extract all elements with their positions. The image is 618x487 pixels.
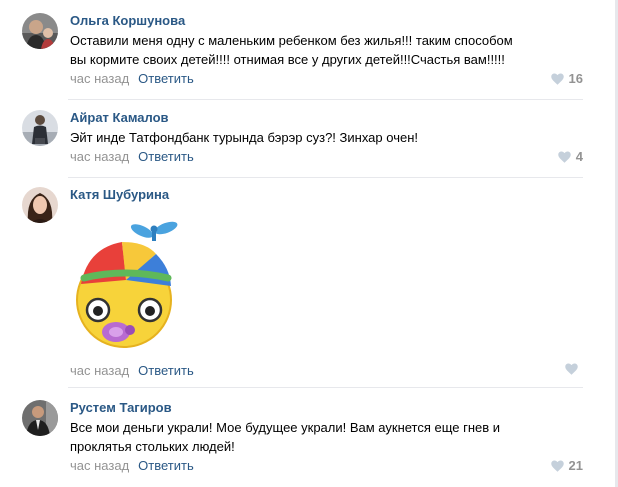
comment-time[interactable]: час назад: [70, 149, 129, 164]
reply-button[interactable]: Ответить: [138, 149, 194, 164]
comment-meta: час назад Ответить: [70, 71, 194, 87]
comment-meta: час назад Ответить: [70, 458, 194, 474]
comment-item: Ольга Коршунова Оставили меня одну с мал…: [22, 13, 583, 100]
reply-button[interactable]: Ответить: [138, 71, 194, 86]
like-count: 4: [575, 149, 583, 164]
heart-icon: [565, 363, 578, 375]
comment-text-line: Все мои деньги украли! Мое будущее украл…: [70, 420, 501, 435]
comment-time[interactable]: час назад: [70, 458, 129, 473]
like-button[interactable]: [565, 363, 583, 375]
reply-button[interactable]: Ответить: [138, 458, 194, 473]
avatar[interactable]: [22, 13, 58, 49]
comment-text-line: Эйт инде Татфондбанк турында бэрэр суз?!…: [70, 130, 418, 145]
reply-button[interactable]: Ответить: [138, 363, 194, 378]
comment-author-link[interactable]: Айрат Камалов: [70, 110, 169, 126]
comment-time[interactable]: час назад: [70, 363, 129, 378]
comment-separator: [68, 387, 583, 388]
heart-icon: [558, 151, 571, 163]
like-button[interactable]: 16: [550, 71, 583, 87]
comment-text: Эйт инде Татфондбанк турында бэрэр суз?!…: [70, 128, 575, 147]
comment-author-link[interactable]: Рустем Тагиров: [70, 400, 172, 416]
avatar[interactable]: [22, 400, 58, 436]
comment-meta: час назад Ответить: [70, 363, 194, 379]
comment-text-line: проклятья стольких людей!: [70, 439, 235, 454]
comment-meta: час назад Ответить: [70, 149, 194, 165]
avatar[interactable]: [22, 187, 58, 223]
comment-separator: [68, 177, 583, 178]
comment-text: Оставили меня одну с маленьким ребенком …: [70, 31, 575, 69]
comment-text: Все мои деньги украли! Мое будущее украл…: [70, 418, 575, 456]
like-count: 16: [568, 71, 583, 86]
comment-author-link[interactable]: Катя Шубурина: [70, 187, 169, 203]
comment-text-line: Оставили меня одну с маленьким ребенком …: [70, 33, 513, 48]
comment-text-line: вы кормите своих детей!!!! отнимая все у…: [70, 52, 505, 67]
comment-time[interactable]: час назад: [70, 71, 129, 86]
heart-icon: [550, 460, 564, 472]
like-button[interactable]: 21: [550, 458, 583, 474]
like-button[interactable]: 4: [558, 149, 583, 165]
like-count: 21: [568, 458, 583, 473]
comment-item: Айрат Камалов Эйт инде Татфондбанк турын…: [22, 110, 583, 178]
comment-author-link[interactable]: Ольга Коршунова: [70, 13, 185, 29]
avatar[interactable]: [22, 110, 58, 146]
baby-propeller-cap-sticker: [70, 220, 182, 350]
comment-item: Катя Шубурина час назад Ответить: [22, 187, 583, 388]
heart-icon: [550, 73, 564, 85]
comment-item: Рустем Тагиров Все мои деньги украли! Мо…: [22, 400, 583, 487]
comment-separator: [68, 99, 583, 100]
